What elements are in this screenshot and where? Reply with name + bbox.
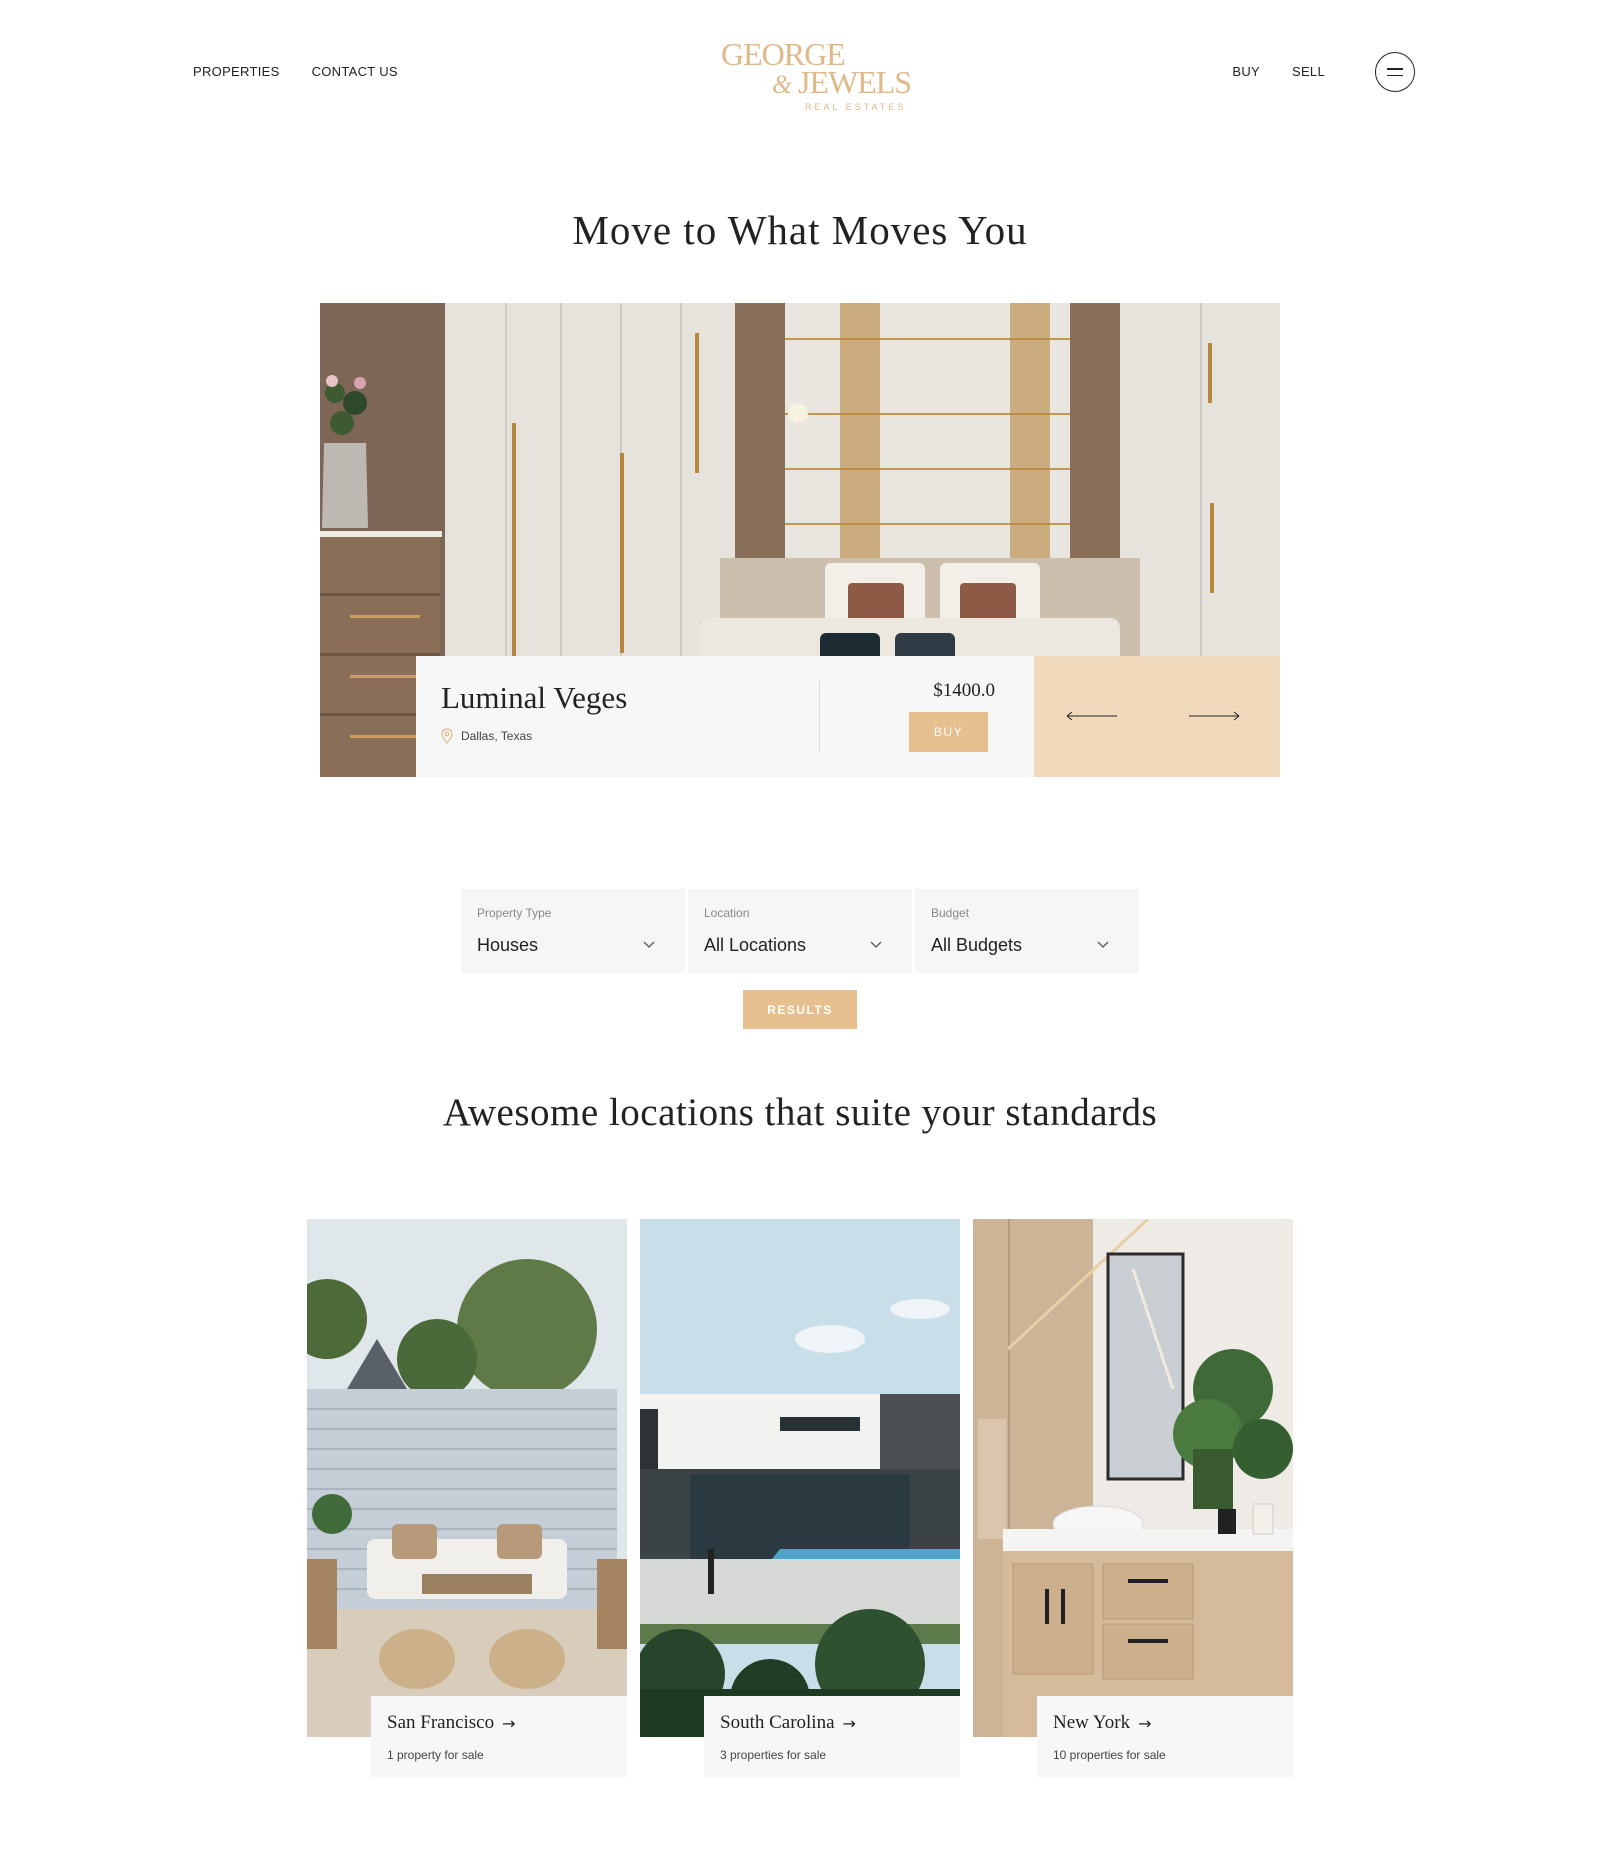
filter-label: Location bbox=[704, 906, 750, 920]
location-name-text: San Francisco bbox=[387, 1712, 495, 1733]
card-divider bbox=[819, 681, 820, 752]
hamburger-menu-icon[interactable] bbox=[1375, 52, 1415, 92]
budget-select[interactable]: Budget All Budgets bbox=[915, 889, 1139, 973]
location-count: 3 properties for sale bbox=[720, 1748, 827, 1762]
nav-contact-link[interactable]: CONTACT US bbox=[312, 64, 398, 79]
patio-photo bbox=[307, 1219, 627, 1737]
property-type-select[interactable]: Property Type Houses bbox=[461, 889, 685, 973]
hero-slider: Luminal Veges Dallas, Texas $1400.0 BUY bbox=[320, 303, 1280, 777]
logo-subtitle: REAL ESTATES bbox=[805, 102, 907, 112]
location-name: New York → bbox=[1053, 1712, 1151, 1734]
location-name-text: New York bbox=[1053, 1712, 1131, 1733]
location-text: Dallas, Texas bbox=[461, 729, 533, 743]
arrow-right-icon: → bbox=[1138, 1713, 1152, 1733]
menu-line bbox=[1387, 74, 1403, 76]
logo-ampersand: & bbox=[772, 70, 793, 99]
chevron-down-icon bbox=[1097, 941, 1109, 948]
arrow-right-icon: → bbox=[842, 1713, 856, 1733]
chevron-down-icon bbox=[643, 941, 655, 948]
filter-label: Property Type bbox=[477, 906, 552, 920]
location-info[interactable]: South Carolina → 3 properties for sale bbox=[704, 1696, 960, 1778]
filter-value: All Budgets bbox=[931, 935, 1023, 955]
location-name-text: South Carolina bbox=[720, 1712, 835, 1733]
filter-value: All Locations bbox=[704, 935, 807, 955]
hero-title: Move to What Moves You bbox=[572, 207, 1028, 253]
locations-title: Awesome locations that suite your standa… bbox=[442, 1091, 1158, 1134]
location-info[interactable]: San Francisco → 1 property for sale bbox=[371, 1696, 627, 1778]
location-card-south-carolina[interactable]: South Carolina → 3 properties for sale bbox=[640, 1219, 960, 1778]
nav-properties-link[interactable]: PROPERTIES bbox=[193, 64, 280, 79]
bathroom-photo bbox=[973, 1219, 1293, 1737]
results-button[interactable]: RESULTS bbox=[743, 990, 857, 1029]
property-name[interactable]: Luminal Veges bbox=[441, 680, 627, 716]
location-count: 10 properties for sale bbox=[1053, 1748, 1166, 1762]
menu-line bbox=[1387, 68, 1403, 70]
location-name: San Francisco → bbox=[387, 1712, 516, 1734]
chevron-down-icon bbox=[870, 941, 882, 948]
property-location: Dallas, Texas bbox=[441, 728, 532, 744]
nav-right: BUY SELL bbox=[1232, 64, 1325, 79]
location-card-san-francisco[interactable]: San Francisco → 1 property for sale bbox=[307, 1219, 627, 1778]
logo[interactable]: GEORGE & JEWELS REAL ESTATES bbox=[720, 36, 920, 116]
location-pin-icon bbox=[441, 728, 453, 744]
arrow-right-icon: → bbox=[502, 1713, 516, 1733]
modern-house-photo bbox=[640, 1219, 960, 1737]
arrow-right-icon[interactable] bbox=[1186, 701, 1242, 731]
filter-value: Houses bbox=[477, 935, 539, 955]
location-select[interactable]: Location All Locations bbox=[688, 889, 912, 973]
nav-buy-link[interactable]: BUY bbox=[1232, 64, 1260, 79]
buy-button[interactable]: BUY bbox=[909, 712, 988, 752]
property-price: $1400.0 bbox=[933, 680, 995, 701]
location-name: South Carolina → bbox=[720, 1712, 856, 1734]
filter-label: Budget bbox=[931, 906, 970, 920]
slider-controls bbox=[1034, 656, 1280, 777]
logo-text-jewels: JEWELS bbox=[798, 64, 912, 100]
nav-left: PROPERTIES CONTACT US bbox=[193, 64, 398, 79]
location-count: 1 property for sale bbox=[387, 1748, 484, 1762]
property-card: Luminal Veges Dallas, Texas $1400.0 BUY bbox=[416, 656, 1034, 777]
site-header: PROPERTIES CONTACT US GEORGE & JEWELS RE… bbox=[0, 0, 1600, 150]
location-info[interactable]: New York → 10 properties for sale bbox=[1037, 1696, 1293, 1778]
arrow-left-icon[interactable] bbox=[1064, 701, 1120, 731]
location-card-new-york[interactable]: New York → 10 properties for sale bbox=[973, 1219, 1293, 1778]
nav-sell-link[interactable]: SELL bbox=[1292, 64, 1325, 79]
property-search-filter: Property Type Houses Location All Locati… bbox=[461, 889, 1139, 973]
